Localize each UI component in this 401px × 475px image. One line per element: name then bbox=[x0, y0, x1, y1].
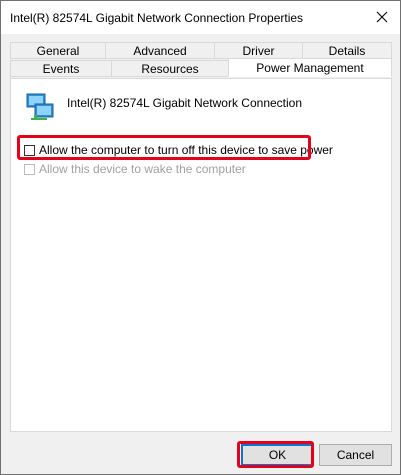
allow-wake-checkbox bbox=[24, 163, 35, 175]
ok-button[interactable]: OK bbox=[241, 444, 314, 466]
allow-wake-option: Allow this device to wake the computer bbox=[24, 161, 246, 177]
allow-turn-off-label[interactable]: Allow the computer to turn off this devi… bbox=[39, 143, 333, 157]
tab-advanced[interactable]: Advanced bbox=[105, 42, 215, 59]
tab-general[interactable]: General bbox=[10, 42, 106, 59]
allow-turn-off-option[interactable]: Allow the computer to turn off this devi… bbox=[24, 142, 333, 158]
network-adapter-icon bbox=[26, 93, 54, 120]
tab-power-management[interactable]: Power Management bbox=[228, 58, 392, 77]
window-title: Intel(R) 82574L Gigabit Network Connecti… bbox=[10, 11, 304, 25]
tab-events[interactable]: Events bbox=[10, 60, 112, 77]
allow-wake-label: Allow this device to wake the computer bbox=[39, 162, 246, 176]
close-button[interactable] bbox=[365, 3, 399, 31]
properties-dialog: Intel(R) 82574L Gigabit Network Connecti… bbox=[0, 0, 401, 475]
allow-turn-off-checkbox[interactable] bbox=[24, 144, 35, 156]
tab-driver[interactable]: Driver bbox=[214, 42, 303, 59]
device-name: Intel(R) 82574L Gigabit Network Connecti… bbox=[67, 96, 303, 110]
tab-panel bbox=[10, 78, 392, 432]
title-bar[interactable]: Intel(R) 82574L Gigabit Network Connecti… bbox=[1, 1, 400, 34]
close-icon bbox=[376, 11, 388, 23]
tab-details[interactable]: Details bbox=[302, 42, 392, 59]
cancel-button[interactable]: Cancel bbox=[319, 444, 392, 466]
tab-resources[interactable]: Resources bbox=[111, 60, 229, 77]
